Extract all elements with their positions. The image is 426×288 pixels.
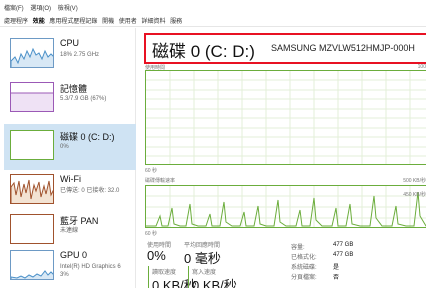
sidebar-item-label: 磁碟 0 (C: D:)	[60, 132, 115, 142]
disk-model-name: SAMSUNG MZVLW512HMJP-000H	[271, 43, 415, 53]
active-time-stat-value: 0%	[147, 248, 166, 263]
title-highlight-box: 磁碟 0 (C: D:) SAMSUNG MZVLW512HMJP-000H	[144, 33, 426, 64]
sidebar-item-gpu[interactable]: GPU 0 Intel(R) HD Graphics 6 3%	[4, 244, 136, 288]
tab-app-history[interactable]: 應用程式歷程記錄	[49, 19, 97, 25]
response-time-stat-value: 0 毫秒	[184, 251, 221, 266]
write-speed-indicator	[188, 266, 189, 288]
read-speed-indicator	[148, 266, 149, 288]
tab-startup[interactable]: 開機	[102, 19, 114, 25]
transfer-graph-label: 磁碟傳輸速率	[145, 178, 176, 184]
sidebar-item-detail: 未連線	[60, 228, 79, 234]
write-speed-value: 0 KB/秒	[192, 278, 237, 288]
sidebar-item-label: 藍牙 PAN	[60, 216, 99, 226]
tab-services[interactable]: 服務	[170, 19, 182, 25]
transfer-max-label: 500 KB/秒	[403, 178, 426, 184]
tab-users[interactable]: 使用者	[119, 19, 137, 25]
wifi-graph-thumbnail	[10, 174, 54, 204]
menu-view[interactable]: 檢視(V)	[58, 6, 78, 12]
page-title: 磁碟 0 (C: D:)	[152, 42, 255, 61]
sidebar-item-detail: 0%	[60, 144, 69, 150]
page-file-label: 分頁檔案:	[291, 275, 317, 281]
sidebar-item-detail: 5.3/7.9 GB (67%)	[60, 96, 107, 102]
bluetooth-graph-thumbnail	[10, 214, 54, 244]
system-disk-value: 是	[333, 265, 340, 271]
formatted-value: 477 GB	[333, 252, 354, 258]
capacity-value: 477 GB	[333, 242, 354, 248]
sidebar-item-cpu[interactable]: CPU 18% 2.75 GHz	[4, 32, 136, 78]
disk-graph-thumbnail	[10, 130, 54, 160]
sidebar-item-label: Wi-Fi	[60, 174, 81, 184]
disk-detail-panel: 磁碟 0 (C: D:) SAMSUNG MZVLW512HMJP-000H 使…	[137, 28, 426, 288]
memory-graph-thumbnail	[10, 82, 54, 112]
cpu-graph-thumbnail	[10, 38, 54, 68]
menu-bar: 檔案(F) 選項(O) 檢視(V)	[0, 0, 426, 13]
sidebar-item-detail: 18% 2.75 GHz	[60, 52, 100, 58]
transfer-mid-label: 450 KB/秒	[403, 192, 426, 198]
sidebar-item-detail: 已傳送: 0 已接收: 32.0	[60, 188, 120, 194]
sidebar-item-label: GPU 0	[60, 250, 88, 260]
tab-details[interactable]: 詳細資料	[141, 19, 165, 25]
menu-options[interactable]: 選項(O)	[30, 6, 51, 12]
tab-bar: 處理程序 效能 應用程式歷程記錄 開機 使用者 詳細資料 服務	[0, 13, 426, 27]
sidebar-item-memory[interactable]: 記憶體 5.3/7.9 GB (67%)	[4, 76, 136, 122]
formatted-label: 已格式化:	[291, 255, 317, 261]
read-speed-value: 0 KB/秒	[152, 278, 197, 288]
sidebar-item-detail: Intel(R) HD Graphics 6 3%	[60, 264, 121, 278]
tab-performance[interactable]: 效能	[33, 19, 45, 25]
resource-sidebar: CPU 18% 2.75 GHz 記憶體 5.3/7.9 GB (67%) 磁碟…	[0, 28, 136, 288]
gpu-graph-thumbnail	[10, 250, 54, 280]
menu-file[interactable]: 檔案(F)	[4, 6, 24, 12]
graph1-time-label: 60 秒	[145, 168, 157, 174]
graph2-time-label: 60 秒	[145, 231, 157, 237]
sidebar-item-label: 記憶體	[60, 84, 88, 94]
capacity-label: 容量:	[291, 245, 305, 251]
active-time-graph	[145, 70, 426, 165]
sidebar-item-label: CPU	[60, 38, 80, 48]
page-file-value: 否	[333, 275, 340, 281]
transfer-rate-graph	[145, 185, 426, 228]
system-disk-label: 系統磁碟:	[291, 265, 317, 271]
sidebar-item-disk[interactable]: 磁碟 0 (C: D:) 0%	[4, 124, 136, 170]
tab-processes[interactable]: 處理程序	[4, 19, 28, 25]
